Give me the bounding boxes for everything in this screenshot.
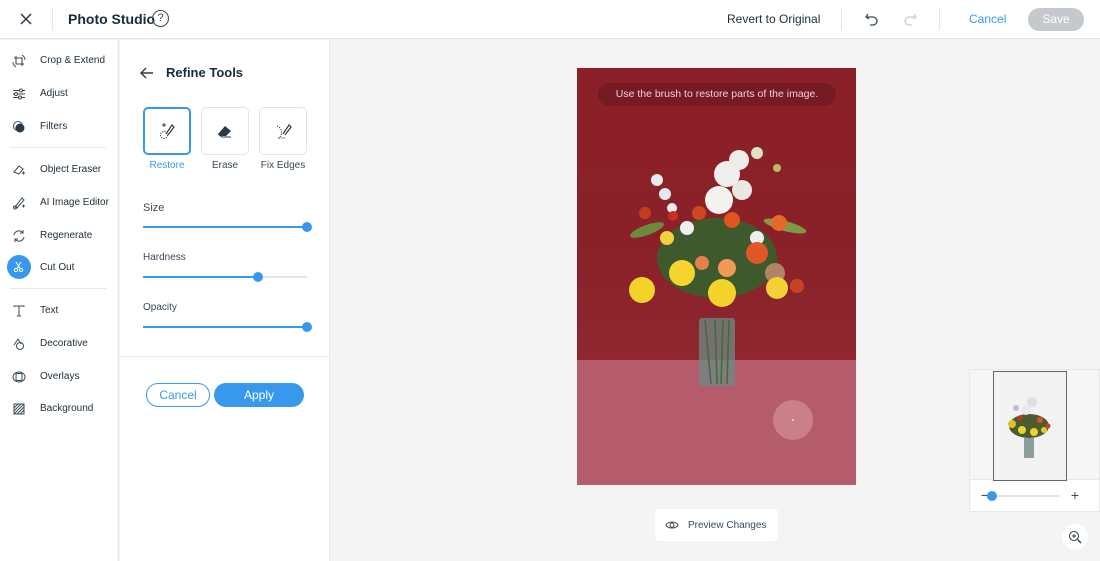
sidebar-item-object-eraser[interactable]: Object Eraser <box>0 157 118 183</box>
sidebar-item-label: Background <box>40 403 94 414</box>
tool-label-fix-edges: Fix Edges <box>260 160 306 171</box>
tools-sidebar: Crop & Extend Adjust Filters Object Eras… <box>0 40 119 561</box>
header-divider <box>939 8 940 30</box>
regenerate-icon <box>10 227 28 245</box>
sidebar-item-ai-image-editor[interactable]: AI Image Editor <box>0 190 118 216</box>
eye-icon <box>665 521 679 529</box>
canvas-area: Use the brush to restore parts of the im… <box>331 40 1100 561</box>
sidebar-item-decorative[interactable]: Decorative <box>0 331 118 357</box>
close-icon <box>20 13 32 25</box>
header-divider <box>841 8 842 30</box>
sidebar-divider <box>10 147 106 148</box>
sidebar-item-label: Text <box>40 305 59 316</box>
sidebar-item-adjust[interactable]: Adjust <box>0 81 118 107</box>
sidebar-item-label: AI Image Editor <box>40 197 109 208</box>
help-icon[interactable]: ? <box>152 10 169 27</box>
hardness-label: Hardness <box>143 252 186 263</box>
object-eraser-icon <box>10 161 28 179</box>
shapes-icon <box>10 335 28 353</box>
text-icon <box>10 302 28 320</box>
navigator-thumbnail <box>1008 397 1051 458</box>
background-icon <box>10 400 28 418</box>
sidebar-item-filters[interactable]: Filters <box>0 114 118 140</box>
crop-rotate-icon <box>10 52 28 70</box>
opacity-label: Opacity <box>143 302 177 313</box>
brush-cursor <box>773 400 813 440</box>
zoom-slider-track <box>992 495 1060 497</box>
preview-changes-button[interactable]: Preview Changes <box>655 509 778 541</box>
tool-label-erase: Erase <box>211 160 239 171</box>
redo-icon <box>904 13 917 26</box>
sidebar-item-regenerate[interactable]: Regenerate <box>0 223 118 249</box>
apply-button[interactable]: Apply <box>214 383 304 407</box>
header-divider <box>52 8 53 30</box>
sidebar-item-label: Filters <box>40 121 68 132</box>
sidebar-item-label: Cut Out <box>40 262 75 273</box>
slider-fill <box>143 226 307 228</box>
slider-thumb[interactable] <box>252 272 263 282</box>
eraser-icon <box>217 126 231 138</box>
navigator-viewport-frame[interactable] <box>993 371 1067 481</box>
sidebar-item-overlays[interactable]: Overlays <box>0 364 118 390</box>
zoom-in-button[interactable]: + <box>1068 488 1082 502</box>
sidebar-item-background[interactable]: Background <box>0 396 118 422</box>
zoom-magnifier-icon <box>1069 531 1082 544</box>
sidebar-item-label: Decorative <box>40 338 88 349</box>
save-button[interactable]: Save <box>1028 8 1084 31</box>
undo-icon <box>865 13 878 26</box>
opacity-slider[interactable] <box>143 322 312 332</box>
panel-divider <box>120 356 329 357</box>
tool-restore[interactable] <box>143 107 191 155</box>
size-slider[interactable] <box>143 222 312 232</box>
panel-title: Refine Tools <box>166 65 244 80</box>
tool-fix-edges[interactable] <box>259 107 307 155</box>
navigator-panel: − + <box>969 369 1100 512</box>
restore-brush-icon <box>160 123 175 139</box>
sidebar-item-cut-out[interactable]: Cut Out <box>0 255 118 281</box>
sidebar-item-label: Adjust <box>40 88 68 99</box>
close-button[interactable] <box>17 10 35 28</box>
sliders-icon <box>10 85 28 103</box>
fix-edges-icon <box>276 124 292 139</box>
overlays-icon <box>10 368 28 386</box>
zoom-fit-button[interactable] <box>1062 524 1088 550</box>
navigator-preview <box>970 370 1099 481</box>
sidebar-divider <box>10 288 106 289</box>
redo-button[interactable] <box>901 10 919 28</box>
slider-fill <box>143 326 307 328</box>
sidebar-item-label: Crop & Extend <box>40 55 106 66</box>
zoom-slider[interactable] <box>987 491 1060 501</box>
brush-hint-tooltip: Use the brush to restore parts of the im… <box>598 83 836 106</box>
sidebar-item-text[interactable]: Text <box>0 298 118 324</box>
revert-to-original-button[interactable]: Revert to Original <box>727 12 820 26</box>
slider-thumb[interactable] <box>302 322 312 332</box>
slider-fill <box>143 276 258 278</box>
flower-bouquet-image <box>629 147 807 386</box>
tool-erase[interactable] <box>201 107 249 155</box>
filters-icon <box>10 118 28 136</box>
size-label: Size <box>143 202 165 214</box>
scissors-icon <box>7 255 31 279</box>
zoom-slider-thumb[interactable] <box>987 491 997 501</box>
sidebar-item-label: Object Eraser <box>40 164 102 175</box>
slider-thumb[interactable] <box>302 222 312 232</box>
refine-cancel-button[interactable]: Cancel <box>146 383 210 407</box>
tool-label-restore: Restore <box>149 160 185 171</box>
hardness-slider[interactable] <box>143 272 307 282</box>
sidebar-item-label: Overlays <box>40 371 80 382</box>
back-button[interactable] <box>140 66 154 79</box>
top-bar: Photo Studio ? Revert to Original Cancel… <box>0 0 1100 39</box>
undo-button[interactable] <box>863 10 881 28</box>
header-cancel-button[interactable]: Cancel <box>969 12 1006 26</box>
sidebar-item-crop-extend[interactable]: Crop & Extend <box>0 48 118 74</box>
image-canvas[interactable]: Use the brush to restore parts of the im… <box>577 68 856 485</box>
refine-tools-panel: Refine Tools Restore Erase Fix Edges Siz… <box>120 40 330 561</box>
sidebar-item-label: Regenerate <box>40 230 93 241</box>
ai-brush-icon <box>10 194 28 212</box>
app-title: Photo Studio <box>68 11 156 27</box>
arrow-left-icon <box>140 67 153 79</box>
preview-changes-label: Preview Changes <box>688 520 767 531</box>
